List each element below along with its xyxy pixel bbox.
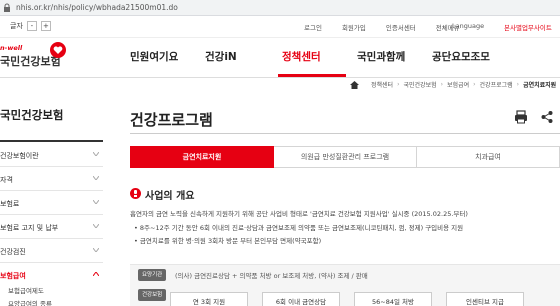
- chevron-down-icon: [93, 200, 99, 204]
- sidebar-title: 국민건강보험: [0, 108, 64, 122]
- font-decrease-button[interactable]: -: [26, 21, 37, 31]
- chevron-down-icon: [93, 176, 99, 180]
- sidebar-subitem-benefit-types[interactable]: 요양급여의 종류: [8, 298, 52, 306]
- menu-about[interactable]: 공단요모조모: [432, 49, 490, 64]
- chevron-down-icon: [93, 248, 99, 252]
- step-box: 56~84일 처방: [354, 292, 432, 306]
- step-box: 인센티브 지급: [446, 292, 524, 306]
- browser-address-bar[interactable]: nhis.or.kr/nhis/policy/wbhada21500m01.do: [0, 0, 560, 16]
- chevron-down-icon: [93, 224, 99, 228]
- font-increase-button[interactable]: +: [40, 21, 51, 31]
- url-text[interactable]: nhis.or.kr/nhis/policy/wbhada21500m01.do: [16, 2, 178, 14]
- sidebar-item-about[interactable]: 건강보험이란: [0, 143, 103, 167]
- sidebar-item-label: 보험료: [0, 200, 20, 208]
- section-title: 사업의 개요: [145, 191, 195, 202]
- provider-badge: 요양기관: [138, 269, 167, 281]
- breadcrumb: 정책센터 › 국민건강보험 › 보험급여 › 건강프로그램 › 금연치료지원: [350, 80, 560, 89]
- chevron-up-icon: [93, 272, 99, 276]
- sidebar-divider: [0, 140, 103, 142]
- tab-smoking-cessation[interactable]: 금연치료지원: [130, 146, 274, 168]
- login-link[interactable]: 로그인: [294, 22, 332, 32]
- alert-icon: [130, 188, 141, 199]
- overview-bullet: • 금연치료를 위한 병·의원 3회차 방문 부터 본인부담 면제(약국포함): [134, 237, 322, 245]
- sidebar-subitem-benefit-system[interactable]: 보험급여제도: [8, 285, 44, 295]
- breadcrumb-current: 금연치료지원: [523, 82, 557, 89]
- tab-dental[interactable]: 치과급여: [417, 146, 560, 168]
- title-divider: [130, 133, 560, 134]
- sidebar-item-label: 건강검진: [0, 248, 26, 256]
- breadcrumb-item[interactable]: 건강프로그램: [476, 80, 517, 89]
- home-icon[interactable]: [350, 80, 359, 89]
- sidebar-item-checkup[interactable]: 건강검진: [0, 239, 103, 263]
- branch-site-selector[interactable]: 본사별업무사이트: [504, 22, 552, 32]
- share-icon[interactable]: [540, 110, 554, 124]
- sidebar-item-premium[interactable]: 보험료: [0, 191, 103, 215]
- breadcrumb-item[interactable]: 정책센터: [367, 80, 397, 89]
- print-icon[interactable]: [514, 110, 528, 124]
- breadcrumb-item[interactable]: 보험급여: [443, 80, 473, 89]
- sidebar-item-label: 보험료 고지 및 납부: [0, 224, 59, 232]
- utility-links: 로그인 회원가입 인증서센터 전체메뉴: [294, 22, 470, 32]
- sidebar-item-eligibility[interactable]: 자격: [0, 167, 103, 191]
- main-navigation: n-well 국민건강보험 민원여기요 건강iN 정책센터 국민과함께 공단요모…: [0, 38, 560, 78]
- overview-paragraph: 흡연자의 금연 노력을 신속하게 지원하기 위해 공단 사업비 형태로 '금연치…: [130, 210, 468, 218]
- page-title: 건강프로그램: [130, 111, 213, 129]
- sidebar-item-label: 자격: [0, 176, 13, 184]
- utility-bar: 글자 - + 로그인 회원가입 인증서센터 전체메뉴 Language 본사별업…: [0, 16, 560, 38]
- lock-icon: [4, 3, 10, 12]
- active-menu-indicator: [278, 74, 346, 77]
- logo-tagline: n-well: [0, 44, 23, 52]
- sidebar-item-benefits[interactable]: 보험급여: [0, 263, 103, 287]
- provider-description: (의사) 금연진료상담 + 의약품 처방 or 보조제 처방, (약사) 조제 …: [175, 272, 368, 280]
- language-selector[interactable]: Language: [452, 22, 484, 30]
- signup-link[interactable]: 회원가입: [332, 22, 376, 32]
- sidebar-item-label: 건강보험이란: [0, 152, 39, 160]
- tab-chronic-disease[interactable]: 의원급 만성질환관리 프로그램: [274, 146, 417, 168]
- menu-policy-center[interactable]: 정책센터: [282, 49, 321, 64]
- step-box: 연 3회 지원: [170, 292, 248, 306]
- font-size-control: 글자 - +: [10, 21, 51, 31]
- step-box: 6회 이내 금연상담: [262, 292, 340, 306]
- logo-heart-icon: [50, 42, 66, 58]
- chevron-down-icon: [93, 152, 99, 156]
- menu-with-people[interactable]: 국민과함께: [357, 49, 405, 64]
- sidebar-item-label: 보험급여: [0, 272, 26, 280]
- font-size-label: 글자: [10, 22, 23, 30]
- sidebar-item-payment[interactable]: 보험료 고지 및 납부: [0, 215, 103, 239]
- overview-bullet: • 8주~12주 기간 동안 6회 이내의 진료·상담과 금연보조제 의약품 또…: [134, 224, 464, 232]
- menu-health-in[interactable]: 건강iN: [205, 49, 237, 64]
- breadcrumb-item[interactable]: 국민건강보험: [400, 80, 441, 89]
- menu-civil[interactable]: 민원여기요: [130, 49, 178, 64]
- program-tabs: 금연치료지원 의원급 만성질환관리 프로그램 치과급여: [130, 146, 560, 168]
- insurance-badge: 건강보험: [138, 289, 167, 301]
- certificate-link[interactable]: 인증서센터: [376, 22, 426, 32]
